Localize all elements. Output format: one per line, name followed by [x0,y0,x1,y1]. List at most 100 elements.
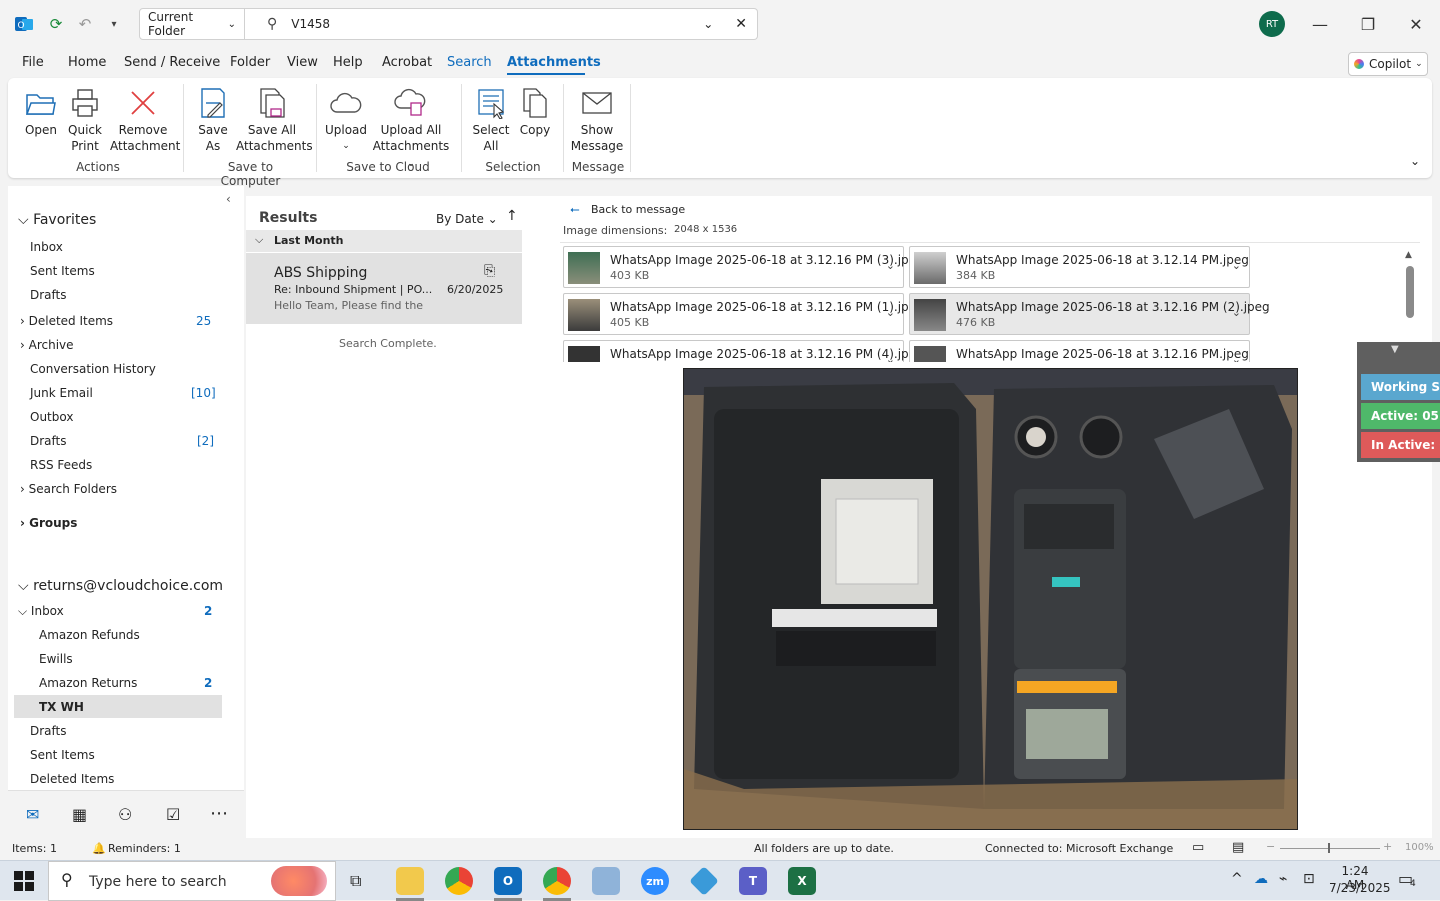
zoom-app-icon[interactable]: zm [641,867,669,895]
attachment-tile-selected[interactable]: WhatsApp Image 2025-06-18 at 3.12.16 PM … [909,293,1270,335]
folder-ewills[interactable]: Ewills [39,652,73,666]
windows-start-icon[interactable] [14,871,34,894]
tab-folder[interactable]: Folder [230,55,270,70]
select-all-button[interactable]: Select All [472,86,510,154]
chevron-down-icon[interactable]: ⌄ [886,306,895,319]
search-input[interactable]: V1458 [291,17,703,31]
folder-tx-wh[interactable]: TX WH [39,700,84,714]
folder-acc-deleted[interactable]: Deleted Items [30,772,114,786]
zoom-slider[interactable] [1280,848,1380,849]
quick-print-button[interactable]: Quick Print [64,86,106,154]
show-message-button[interactable]: Show Message [570,86,624,154]
taskbar-search-box[interactable]: ⚲ Type here to search [48,861,336,901]
folder-amazon-refunds[interactable]: Amazon Refunds [39,628,140,642]
folder-archive[interactable]: › Archive [20,338,74,352]
excel-icon[interactable]: X [788,867,816,895]
scrollbar-thumb[interactable] [1406,266,1414,318]
chrome-icon[interactable] [445,867,473,895]
search-scope-dropdown[interactable]: Current Folder ⌄ [139,8,245,40]
people-icon[interactable]: ⚇ [118,805,132,824]
chevron-down-icon[interactable]: ⌄ [1232,306,1241,319]
back-arrow-icon[interactable]: ⭠ [570,202,580,217]
zoom-out-icon[interactable]: − [1266,840,1275,853]
folder-deleted[interactable]: › Deleted Items [20,314,113,328]
folder-acc-sent[interactable]: Sent Items [30,748,95,762]
folder-acc-inbox[interactable]: ⌵ Inbox [18,604,64,619]
back-to-message-link[interactable]: Back to message [591,203,685,216]
search-options-chevron-icon[interactable]: ⌄ [703,17,713,31]
onedrive-icon[interactable]: ☁ [1254,871,1268,887]
clear-search-icon[interactable]: ✕ [735,16,747,32]
more-apps-icon[interactable]: ⋯ [210,803,228,824]
tab-attachments[interactable]: Attachments [507,55,601,70]
chevron-down-icon[interactable]: ⌄ [1232,353,1241,362]
undo-icon[interactable]: ↶ [73,12,97,36]
tasks-icon[interactable]: ☑ [166,805,180,824]
favorites-header[interactable]: ⌵ Favorites [18,212,96,228]
attachment-tile[interactable]: WhatsApp Image 2025-06-18 at 3.12.16 PM … [563,246,924,288]
sort-dropdown[interactable]: By Date ⌄ [436,212,498,226]
tab-search[interactable]: Search [447,55,492,70]
app-diamond-icon[interactable] [689,866,719,896]
close-icon[interactable]: ✕ [1404,12,1428,36]
folder-fav-sent[interactable]: Sent Items [30,264,95,278]
remove-attachment-button[interactable]: Remove Attachment [110,86,180,154]
attachment-tile[interactable]: WhatsApp Image 2025-06-18 at 3.12.16 PM.… [909,340,1250,362]
zoom-slider-thumb[interactable] [1328,843,1330,853]
chevron-down-icon[interactable]: ⌄ [1232,259,1241,272]
mail-icon[interactable]: ✉ [26,805,39,824]
search-box[interactable]: ⚲ V1458 ⌄ ✕ [245,8,758,40]
show-hidden-icons-icon[interactable]: ^ [1231,871,1243,887]
folder-conversation-history[interactable]: Conversation History [30,362,156,376]
chevron-down-icon[interactable]: ⌄ [886,353,895,362]
tab-view[interactable]: View [287,55,318,70]
tab-help[interactable]: Help [333,55,363,70]
folder-rss[interactable]: RSS Feeds [30,458,92,472]
zoom-level[interactable]: 100% [1405,842,1434,853]
customize-toolbar-icon[interactable]: ▾ [102,12,126,36]
widget-collapse-icon[interactable]: ▼ [1391,344,1399,355]
folder-search-folders[interactable]: › Search Folders [20,482,117,496]
avatar[interactable]: RT [1259,11,1285,37]
folder-junk[interactable]: Junk Email [30,386,93,400]
reading-view-icon[interactable]: ▤ [1232,840,1244,855]
clock-date[interactable]: 7/23/2025 [1329,881,1391,895]
chevron-down-icon[interactable]: ⌄ [886,259,895,272]
normal-view-icon[interactable]: ▭ [1192,840,1204,855]
sync-icon[interactable]: ⟳ [44,12,68,36]
folder-outbox[interactable]: Outbox [30,410,73,424]
folder-acc-drafts[interactable]: Drafts [30,724,67,738]
upload-button[interactable]: Upload ⌄ [324,86,368,154]
ribbon-collapse-chevron-icon[interactable]: ⌄ [1410,154,1420,168]
tab-acrobat[interactable]: Acrobat [382,55,432,70]
network-icon[interactable]: ⌁ [1279,871,1287,887]
tab-home[interactable]: Home [68,55,106,70]
attachment-tile[interactable]: WhatsApp Image 2025-06-18 at 3.12.16 PM … [563,340,924,362]
attachment-tile[interactable]: WhatsApp Image 2025-06-18 at 3.12.16 PM … [563,293,924,335]
account-header[interactable]: ⌵ returns@vcloudchoice.com [18,578,223,594]
folder-fav-drafts[interactable]: Drafts [30,288,67,302]
tab-file[interactable]: File [22,55,44,70]
volume-icon[interactable]: ⊡ [1303,871,1315,887]
task-view-icon[interactable]: ⧉ [350,871,361,891]
folder-fav-inbox[interactable]: Inbox [30,240,63,254]
copy-button[interactable]: Copy [516,86,554,138]
file-explorer-icon[interactable] [396,867,424,895]
copilot-button[interactable]: Copilot ⌄ [1348,52,1428,76]
attachment-tile[interactable]: WhatsApp Image 2025-06-18 at 3.12.14 PM.… [909,246,1250,288]
save-all-attachments-button[interactable]: Save All Attachments [236,86,313,154]
reminders-count[interactable]: Reminders: 1 [108,842,181,855]
tab-send-receive[interactable]: Send / Receive [124,55,220,70]
folder-amazon-returns[interactable]: Amazon Returns [39,676,137,690]
scroll-up-icon[interactable]: ▲ [1405,250,1412,260]
chrome-profile-icon[interactable] [543,867,571,895]
group-header[interactable]: ⌵ Last Month [246,230,522,252]
folder-drafts[interactable]: Drafts [30,434,67,448]
groups-header[interactable]: › Groups [20,516,77,530]
sort-direction-arrow-icon[interactable]: ↑ [506,208,518,224]
restore-icon[interactable]: ❐ [1356,12,1380,36]
list-item[interactable]: ABS Shipping ⎘ Re: Inbound Shipment | PO… [246,253,522,324]
minimize-icon[interactable]: — [1308,12,1332,36]
outlook-taskbar-icon[interactable]: O [494,867,522,895]
app-icon[interactable] [592,867,620,895]
